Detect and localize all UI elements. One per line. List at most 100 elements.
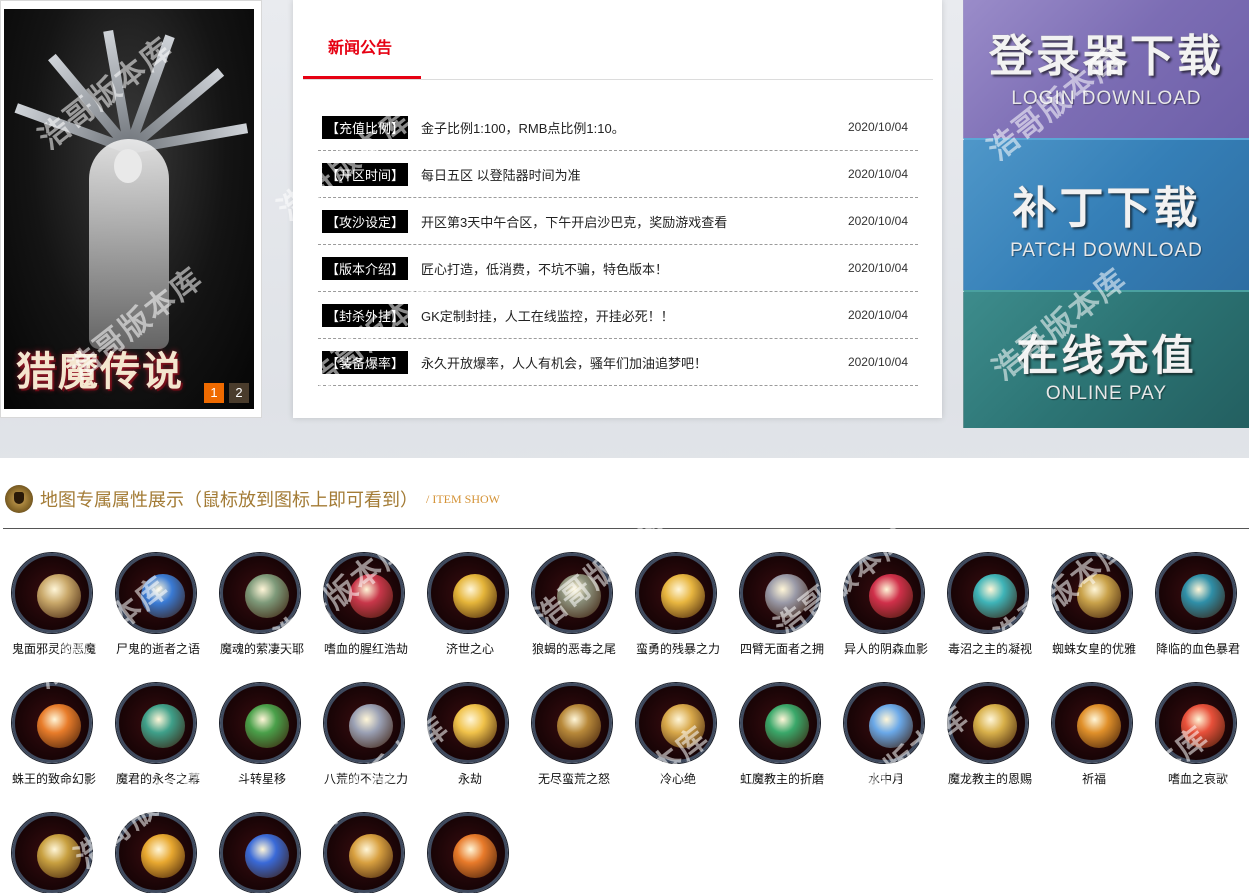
item-icon[interactable] [844,553,924,633]
item-icon[interactable] [1156,683,1236,763]
item-label: 济世之心 [445,642,494,656]
item-icon[interactable] [116,683,196,763]
item-icon-tile[interactable]: 尸鬼的逝者之语 [112,553,216,673]
news-row[interactable]: 【充值比例】 金子比例1:100，RMB点比例1:10。 2020/10/04 [318,104,918,151]
item-icon[interactable] [428,813,508,893]
item-icon-tile[interactable] [424,813,528,893]
item-icon[interactable] [948,683,1028,763]
item-icon-tile[interactable]: 降临的血色暴君 [1152,553,1249,673]
news-title-link[interactable]: 金子比例1:100，RMB点比例1:10。 [421,118,625,137]
item-icon-tile[interactable]: 济世之心 [424,553,528,673]
item-label: 虹魔教主的折磨 [739,772,824,786]
item-icon[interactable] [636,683,716,763]
item-icon-tile[interactable]: 蛛王的致命幻影 [8,683,112,803]
item-icon-tile[interactable]: 嗜血之哀歌 [1152,683,1249,803]
item-label: 四臂无面者之拥 [739,642,824,656]
item-icon-tile[interactable] [112,813,216,893]
item-icon[interactable] [220,553,300,633]
item-icon-tile[interactable] [8,813,112,893]
item-icon[interactable] [1052,683,1132,763]
login-download-cn: 登录器下载 [989,31,1224,82]
item-icon-tile[interactable]: 永劫 [424,683,528,803]
item-gem-icon [37,834,81,878]
item-icon-tile[interactable]: 毒沼之主的凝视 [944,553,1048,673]
item-icon-tile[interactable] [320,813,424,893]
item-icon-tile[interactable]: 鬼面邪灵的恶魔 [8,553,112,673]
item-icon-tile[interactable]: 魔君的永冬之幕 [112,683,216,803]
item-icon-tile[interactable]: 蛮勇的残暴之力 [632,553,736,673]
login-download-button[interactable]: 登录器下载 LOGIN DOWNLOAD [963,0,1249,138]
news-title-link[interactable]: 永久开放爆率，人人有机会，骚年们加油追梦吧！ [421,353,707,372]
item-label: 八荒的不洁之力 [323,772,408,786]
item-gem-icon [1181,574,1225,618]
item-label: 蛮勇的残暴之力 [635,642,720,656]
item-icon[interactable] [1156,553,1236,633]
banner-image[interactable]: 猎魔传说 浩哥版本库 浩哥版本库 [4,9,254,409]
item-icon-tile[interactable]: 水中月 [840,683,944,803]
news-row[interactable]: 【开区时间】 每日五区 以登陆器时间为准 2020/10/04 [318,151,918,198]
item-icon-tile[interactable]: 斗转星移 [216,683,320,803]
item-icon[interactable] [324,553,404,633]
item-icon[interactable] [740,553,820,633]
news-row[interactable]: 【封杀外挂】 GK定制封挂，人工在线监控，开挂必死！！ 2020/10/04 [318,292,918,339]
item-icon[interactable] [740,683,820,763]
news-title-link[interactable]: 开区第3天中午合区，下午开启沙巴克，奖励游戏查看 [421,212,727,231]
item-gem-icon [557,574,601,618]
item-icon[interactable] [636,553,716,633]
item-icon-tile[interactable]: 魔魂的萦凄天耶 [216,553,320,673]
item-label: 蜘蛛女皇的优雅 [1051,642,1136,656]
banner-carousel[interactable]: 猎魔传说 浩哥版本库 浩哥版本库 1 2 [0,0,262,418]
item-label: 嗜血的腥红浩劫 [323,642,408,656]
news-tag: 【开区时间】 [322,162,409,186]
item-icon[interactable] [12,683,92,763]
item-icon-tile[interactable]: 八荒的不洁之力 [320,683,424,803]
item-icon[interactable] [428,553,508,633]
tab-news[interactable]: 新闻公告 [328,34,392,58]
item-icon[interactable] [844,683,924,763]
item-icon-tile[interactable]: 无尽蛮荒之怒 [528,683,632,803]
item-icon-tile[interactable] [216,813,320,893]
item-icon-tile[interactable]: 祈福 [1048,683,1152,803]
item-icon-tile[interactable]: 狼蝎的恶毒之尾 [528,553,632,673]
news-row[interactable]: 【版本介绍】 匠心打造，低消费，不坑不骗，特色版本！ 2020/10/04 [318,245,918,292]
online-pay-button[interactable]: 在线充值 ONLINE PAY [963,290,1249,428]
item-label: 尸鬼的逝者之语 [115,642,200,656]
news-title-link[interactable]: GK定制封挂，人工在线监控，开挂必死！！ [421,306,674,325]
tab-active-indicator [303,76,421,79]
banner-page-2[interactable]: 2 [229,383,249,403]
item-icon-tile[interactable]: 异人的阴森血影 [840,553,944,673]
item-icon[interactable] [116,813,196,893]
item-icon[interactable] [116,553,196,633]
item-gem-icon [765,574,809,618]
item-icon[interactable] [220,813,300,893]
item-icon-tile[interactable]: 蜘蛛女皇的优雅 [1048,553,1152,673]
item-icon-tile[interactable]: 虹魔教主的折磨 [736,683,840,803]
item-icon[interactable] [1052,553,1132,633]
item-icon-tile[interactable]: 冷心绝 [632,683,736,803]
banner-page-1[interactable]: 1 [204,383,224,403]
item-icon-tile[interactable]: 四臂无面者之拥 [736,553,840,673]
item-icon[interactable] [532,553,612,633]
item-icon[interactable] [428,683,508,763]
item-icon[interactable] [948,553,1028,633]
item-icon-tile[interactable]: 嗜血的腥红浩劫 [320,553,424,673]
news-row[interactable]: 【攻沙设定】 开区第3天中午合区，下午开启沙巴克，奖励游戏查看 2020/10/04 [318,198,918,245]
item-icon[interactable] [324,683,404,763]
item-gem-icon [453,834,497,878]
item-icon[interactable] [12,553,92,633]
item-gem-icon [141,574,185,618]
online-pay-cn: 在线充值 [1016,331,1197,380]
item-icon[interactable] [220,683,300,763]
news-date: 2020/10/04 [847,308,908,322]
patch-download-button[interactable]: 补丁下载 PATCH DOWNLOAD [963,138,1249,290]
item-icon[interactable] [532,683,612,763]
news-title-link[interactable]: 匠心打造，低消费，不坑不骗，特色版本！ [421,259,668,278]
item-icon[interactable] [12,813,92,893]
item-icon-tile[interactable]: 魔龙教主的恩赐 [944,683,1048,803]
item-gem-icon [869,574,913,618]
news-title-link[interactable]: 每日五区 以登陆器时间为准 [421,165,581,184]
news-row[interactable]: 【装备爆率】 永久开放爆率，人人有机会，骚年们加油追梦吧！ 2020/10/04 [318,339,918,386]
item-icon[interactable] [324,813,404,893]
item-gem-icon [453,704,497,748]
item-gem-icon [349,704,393,748]
